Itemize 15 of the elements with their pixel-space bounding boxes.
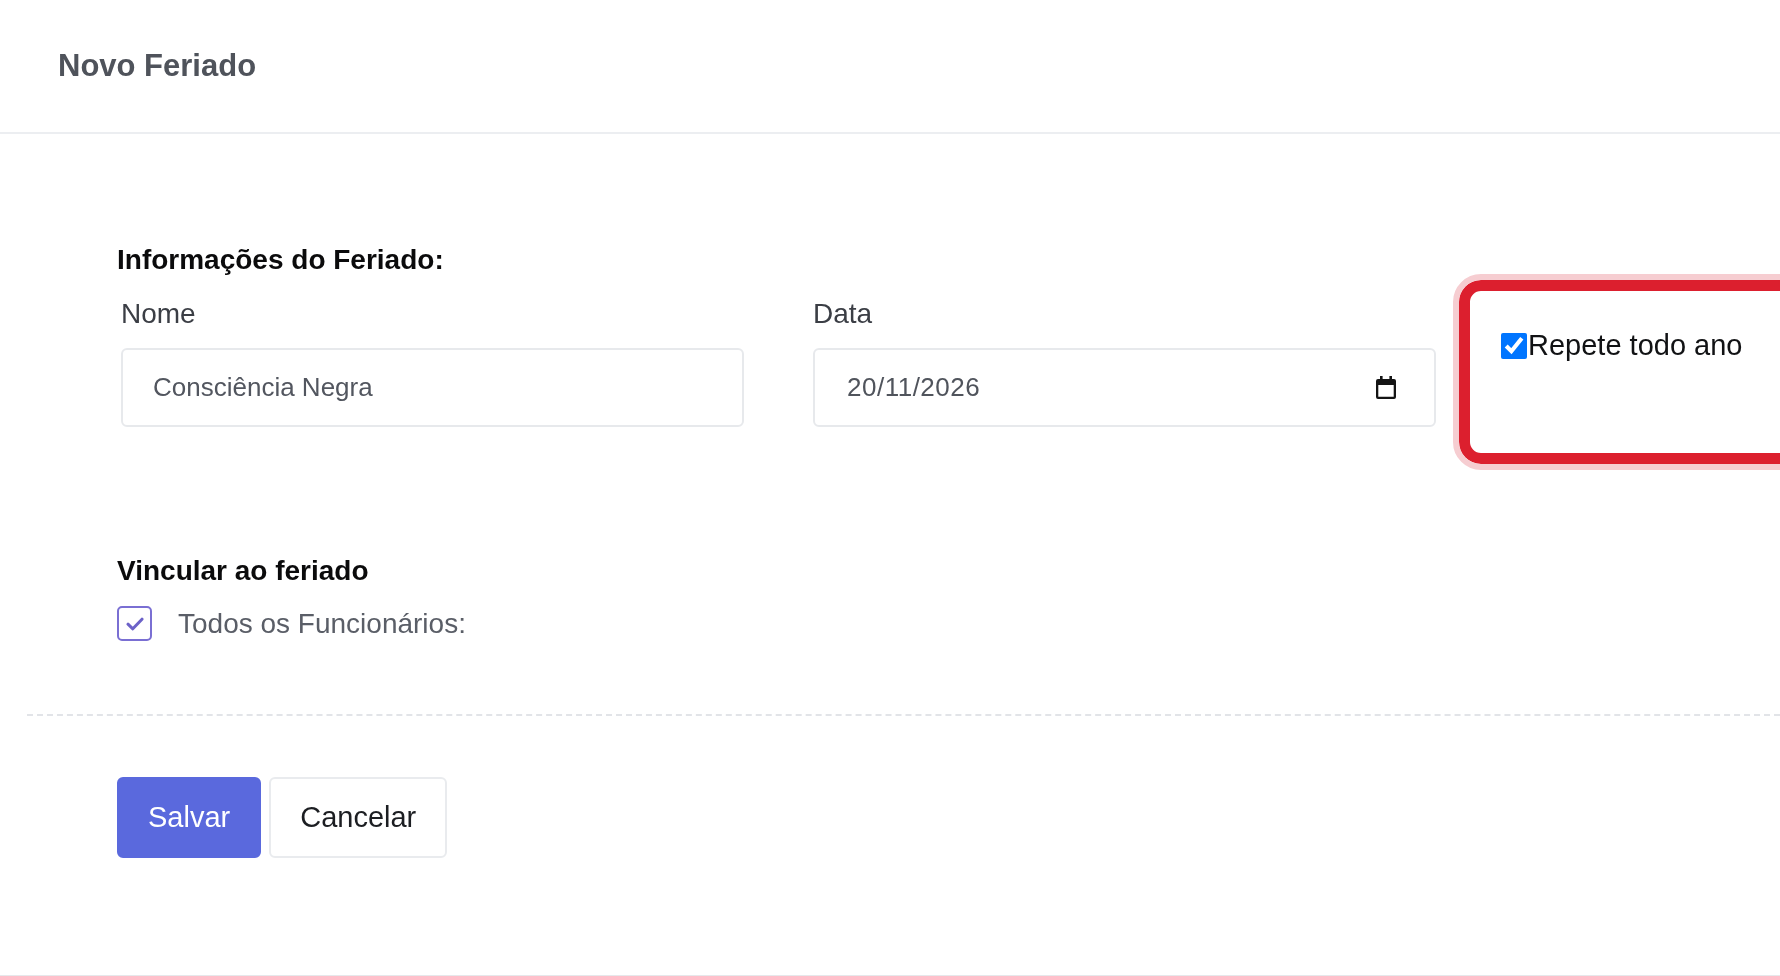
- calendar-icon[interactable]: [1376, 376, 1396, 400]
- field-label: Data: [813, 298, 873, 331]
- section-heading: Informações do Feriado:: [117, 244, 444, 277]
- checkbox[interactable]: [1501, 332, 1527, 359]
- check-icon: [125, 616, 144, 631]
- field-label: Nome: [121, 298, 196, 331]
- page-title: Novo Feriado: [58, 48, 257, 84]
- text-input[interactable]: Consciência Negra: [121, 348, 744, 428]
- checkbox-label: Todos os Funcionários:: [178, 607, 466, 640]
- save-button[interactable]: Salvar: [117, 777, 262, 859]
- checkbox[interactable]: [117, 606, 152, 642]
- checkbox-label: Repete todo ano: [1528, 329, 1743, 363]
- date-input[interactable]: 20/11/2026: [813, 348, 1436, 428]
- cancel-button[interactable]: Cancelar: [269, 777, 448, 859]
- section-heading: Vincular ao feriado: [117, 555, 369, 588]
